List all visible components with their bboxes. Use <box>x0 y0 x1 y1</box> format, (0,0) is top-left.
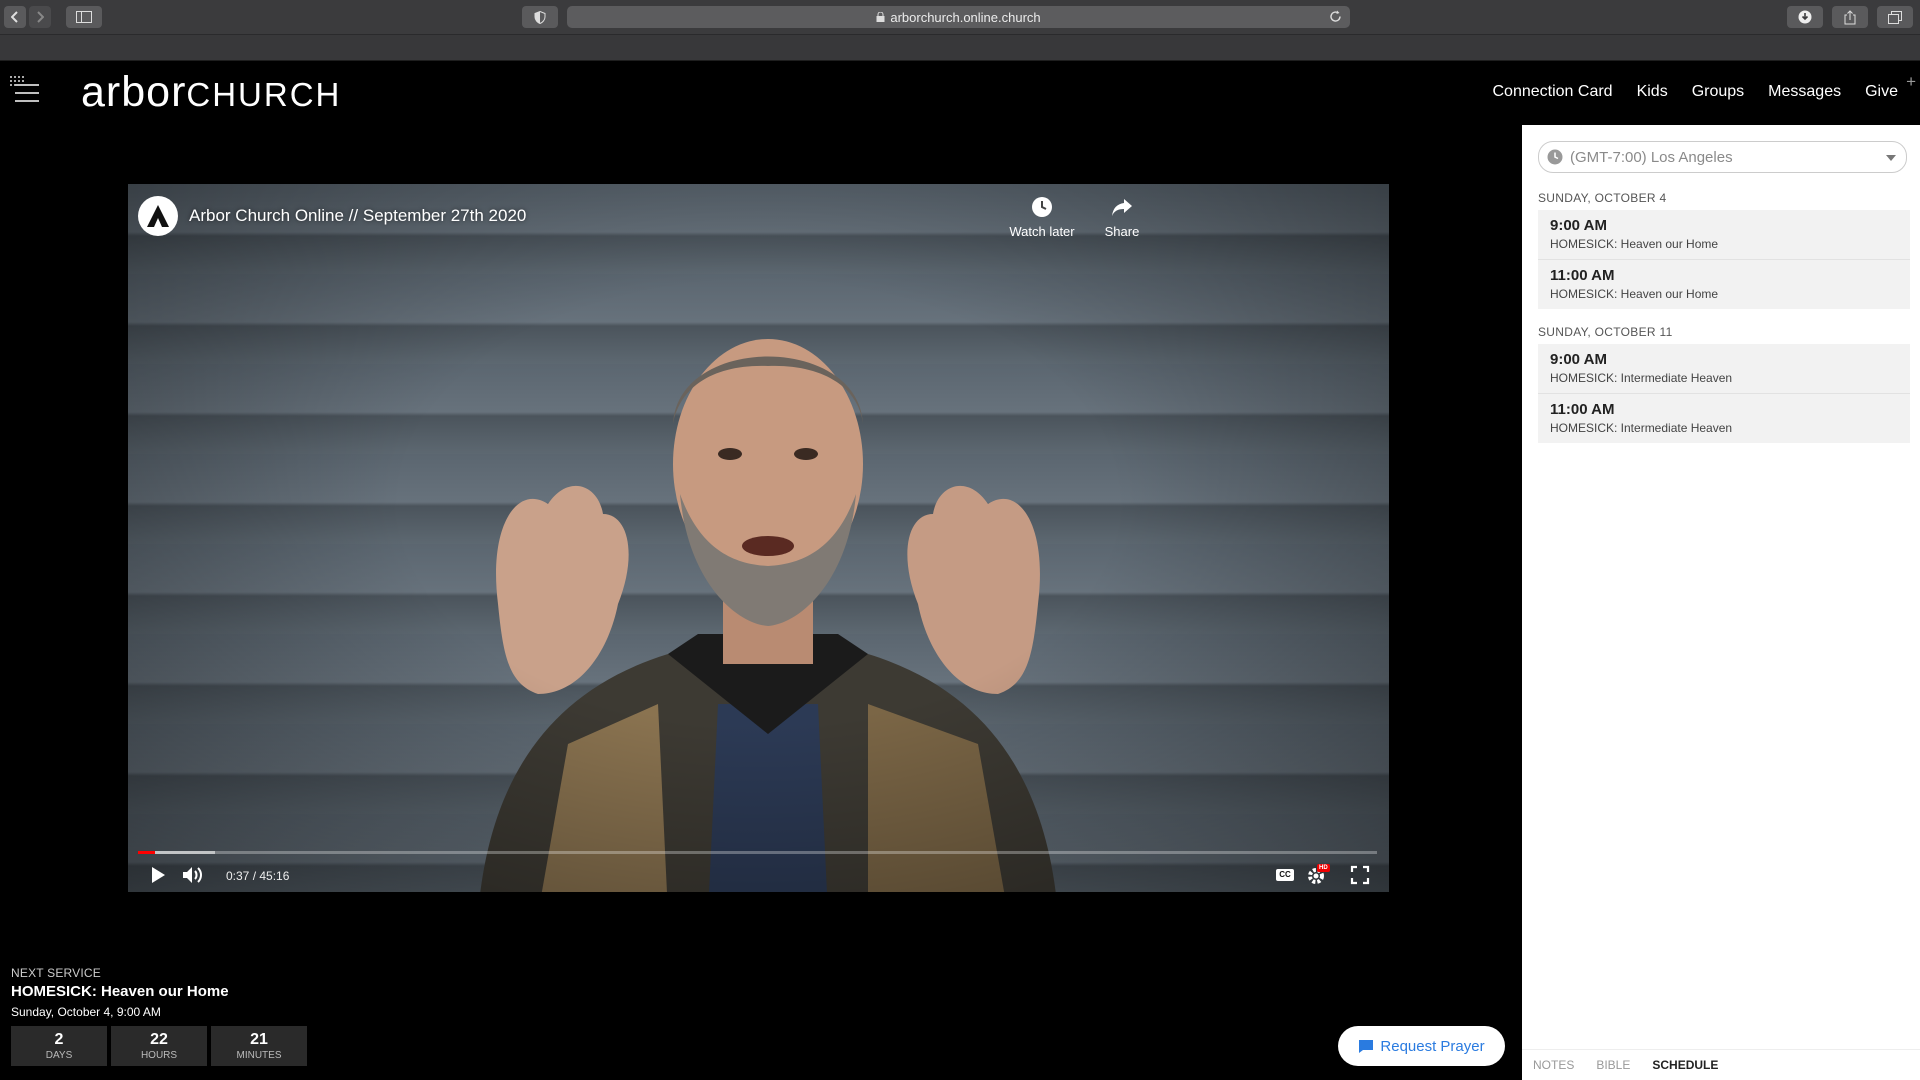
menu-button[interactable] <box>15 84 39 102</box>
countdown-hours: 22 HOURS <box>111 1026 207 1066</box>
slot-time: 11:00 AM <box>1550 267 1615 284</box>
slot-time: 9:00 AM <box>1550 351 1607 368</box>
share-arrow-icon <box>1112 199 1132 216</box>
download-icon <box>1798 10 1812 24</box>
chevron-right-icon <box>37 11 44 23</box>
countdown-value: 22 <box>150 1031 168 1048</box>
video-time: 0:37 / 45:16 <box>226 869 290 883</box>
nav-give[interactable]: Give <box>1865 83 1898 101</box>
tabs-icon <box>1888 10 1902 24</box>
timezone-select[interactable]: (GMT-7:00) Los Angeles <box>1538 141 1907 173</box>
tabs-overview-button[interactable] <box>1877 6 1913 28</box>
captions-button[interactable]: CC <box>1276 869 1294 881</box>
hamburger-line <box>15 100 39 102</box>
video-progress-bar[interactable] <box>138 851 1377 854</box>
schedule-slot[interactable]: 11:00 AM HOMESICK: Heaven our Home <box>1538 259 1910 309</box>
privacy-report-button[interactable] <box>522 6 558 28</box>
slot-description: HOMESICK: Intermediate Heaven <box>1550 421 1733 435</box>
schedule-day-label: SUNDAY, OCTOBER 4 <box>1538 191 1667 205</box>
sidebar-toggle-button[interactable] <box>66 6 102 28</box>
channel-avatar[interactable] <box>138 196 178 236</box>
nav-kids[interactable]: Kids <box>1637 83 1668 101</box>
hamburger-line <box>15 92 39 94</box>
next-service-date: Sunday, October 4, 9:00 AM <box>11 1005 161 1019</box>
countdown: 2 DAYS 22 HOURS 21 MINUTES <box>11 1026 307 1066</box>
share-icon <box>1844 9 1856 24</box>
main-nav: Connection Card Kids Groups Messages Giv… <box>1493 83 1899 101</box>
clock-icon <box>1547 149 1563 165</box>
address-bar[interactable]: arborchurch.online.church <box>567 6 1350 28</box>
video-player[interactable]: Arbor Church Online // September 27th 20… <box>128 184 1389 892</box>
schedule-day-label: SUNDAY, OCTOBER 11 <box>1538 325 1673 339</box>
cc-label: CC <box>1279 870 1291 879</box>
video-title[interactable]: Arbor Church Online // September 27th 20… <box>189 206 526 226</box>
share-label: Share <box>1104 224 1140 239</box>
played-bar <box>138 851 155 854</box>
watch-later-label: Watch later <box>1009 224 1075 239</box>
arbor-logo-icon <box>147 205 169 227</box>
logo-arbor: arbor <box>81 68 187 116</box>
countdown-days: 2 DAYS <box>11 1026 107 1066</box>
new-tab-icon[interactable]: + <box>1906 72 1916 92</box>
reload-icon[interactable] <box>1329 10 1342 23</box>
schedule-day-group: 9:00 AM HOMESICK: Intermediate Heaven 11… <box>1538 344 1910 443</box>
chevron-down-icon <box>1886 155 1896 161</box>
fullscreen-icon[interactable] <box>1350 865 1370 885</box>
url-text: arborchurch.online.church <box>890 9 1041 25</box>
schedule-panel: (GMT-7:00) Los Angeles SUNDAY, OCTOBER 4… <box>1522 125 1920 1080</box>
tab-bible[interactable]: BIBLE <box>1585 1050 1641 1080</box>
shield-icon <box>534 10 546 24</box>
nav-groups[interactable]: Groups <box>1692 83 1744 101</box>
forward-button[interactable] <box>29 6 51 28</box>
schedule-slot[interactable]: 9:00 AM HOMESICK: Intermediate Heaven <box>1538 344 1910 393</box>
volume-icon[interactable] <box>181 864 205 886</box>
hamburger-line <box>15 84 39 86</box>
countdown-unit: DAYS <box>45 1050 73 1061</box>
logo-church: CHURCH <box>186 76 342 113</box>
request-prayer-button[interactable]: Request Prayer <box>1338 1026 1505 1066</box>
browser-toolbar: arborchurch.online.church <box>0 0 1920 35</box>
clock-icon <box>1032 197 1052 217</box>
countdown-unit: HOURS <box>140 1050 178 1061</box>
next-service-info: NEXT SERVICE HOMESICK: Heaven our Home S… <box>11 966 229 1019</box>
countdown-minutes: 21 MINUTES <box>211 1026 307 1066</box>
slot-description: HOMESICK: Heaven our Home <box>1550 237 1719 251</box>
slot-time: 11:00 AM <box>1550 401 1615 418</box>
video-controls: 0:37 / 45:16 CC HD <box>128 860 1389 892</box>
share-video-button[interactable]: Share <box>1082 196 1162 239</box>
hd-badge: HD <box>1317 864 1330 872</box>
tab-notes[interactable]: NOTES <box>1522 1050 1585 1080</box>
nav-messages[interactable]: Messages <box>1768 83 1841 101</box>
countdown-value: 2 <box>54 1031 64 1048</box>
settings-button[interactable]: HD <box>1306 864 1330 891</box>
nav-connection-card[interactable]: Connection Card <box>1493 83 1613 101</box>
countdown-value: 21 <box>250 1031 268 1048</box>
schedule-slot[interactable]: 11:00 AM HOMESICK: Intermediate Heaven <box>1538 393 1910 443</box>
share-button[interactable] <box>1832 6 1868 28</box>
chat-bubble-icon <box>1359 1039 1374 1053</box>
next-service-title: HOMESICK: Heaven our Home <box>11 983 229 1000</box>
favorites-bar: + <box>0 35 1920 91</box>
sidebar-icon <box>76 11 92 23</box>
slot-time: 9:00 AM <box>1550 217 1607 234</box>
tab-schedule[interactable]: SCHEDULE <box>1641 1050 1729 1080</box>
next-service-label: NEXT SERVICE <box>11 966 101 980</box>
play-icon[interactable] <box>148 864 168 886</box>
panel-tabs: NOTES BIBLE SCHEDULE <box>1522 1050 1920 1080</box>
back-button[interactable] <box>4 6 26 28</box>
video-title-bar: Arbor Church Online // September 27th 20… <box>138 196 526 236</box>
video-vignette <box>128 184 1389 892</box>
slot-description: HOMESICK: Intermediate Heaven <box>1550 371 1733 385</box>
slot-description: HOMESICK: Heaven our Home <box>1550 287 1719 301</box>
timezone-value: (GMT-7:00) Los Angeles <box>1570 148 1733 166</box>
lock-icon <box>876 12 885 22</box>
schedule-slot[interactable]: 9:00 AM HOMESICK: Heaven our Home <box>1538 210 1910 259</box>
countdown-unit: MINUTES <box>236 1050 282 1061</box>
downloads-button[interactable] <box>1787 6 1823 28</box>
watch-later-button[interactable]: Watch later <box>1002 196 1082 239</box>
request-prayer-label: Request Prayer <box>1380 1037 1485 1055</box>
schedule-day-group: 9:00 AM HOMESICK: Heaven our Home 11:00 … <box>1538 210 1910 309</box>
site-logo[interactable]: arborCHURCH <box>81 68 341 117</box>
chevron-left-icon <box>11 11 18 23</box>
